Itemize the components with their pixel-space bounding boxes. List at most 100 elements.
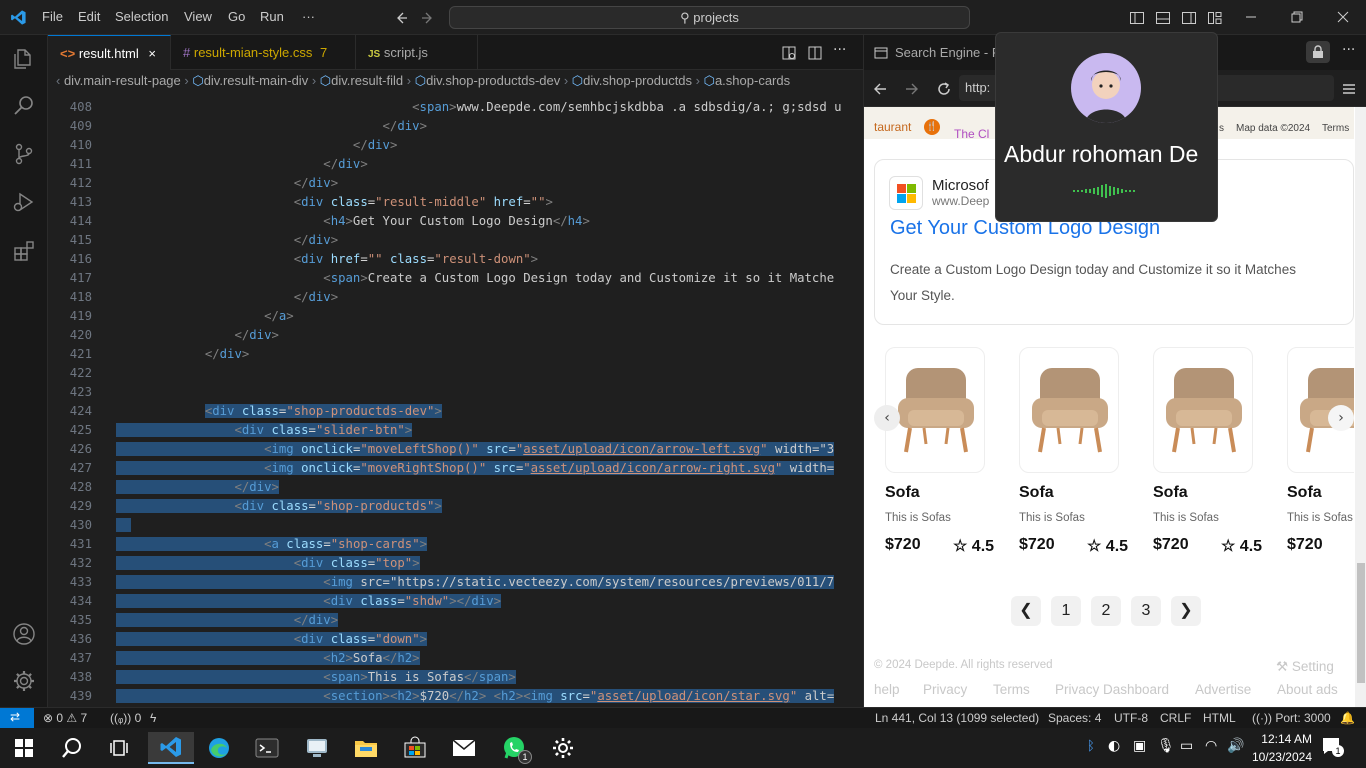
call-overlay[interactable]: Abdur rohoman De: [995, 32, 1218, 222]
more-actions-icon[interactable]: ···: [1342, 42, 1355, 58]
code-line[interactable]: 415 </div>: [48, 231, 863, 250]
code-line[interactable]: 419 </a>: [48, 307, 863, 326]
end-of-line[interactable]: CRLF: [1160, 711, 1191, 725]
code-line[interactable]: 436 <div class="down">: [48, 630, 863, 649]
code-line[interactable]: 420 </div>: [48, 326, 863, 345]
minimize-icon[interactable]: [1244, 10, 1258, 24]
breadcrumb-item[interactable]: div.result-fild: [331, 73, 403, 88]
menu-view[interactable]: View: [184, 9, 212, 24]
footer-link[interactable]: About ads: [1277, 682, 1338, 697]
taskbar-file-explorer[interactable]: [346, 732, 386, 764]
taskbar-mail[interactable]: [444, 732, 484, 764]
menu-go[interactable]: Go: [228, 9, 245, 24]
code-line[interactable]: 408 <span>www.Deepde.com/semhbcjskdbba .…: [48, 98, 863, 117]
forward-arrow-icon[interactable]: [420, 10, 436, 26]
back-arrow-icon[interactable]: [872, 81, 888, 97]
tab-script-js[interactable]: JS script.js: [356, 35, 478, 70]
explorer-icon[interactable]: [12, 47, 36, 71]
code-line[interactable]: 425 <div class="slider-btn">: [48, 421, 863, 440]
footer-link[interactable]: Privacy Dashboard: [1055, 682, 1169, 697]
close-window-icon[interactable]: [1336, 10, 1350, 24]
pagination-page[interactable]: 2: [1091, 596, 1121, 626]
menu-selection[interactable]: Selection: [115, 9, 168, 24]
tab-result-mian-style-css[interactable]: # result-mian-style.css 7: [171, 35, 356, 70]
map-terms-link[interactable]: Terms: [1322, 123, 1349, 134]
breadcrumb-item[interactable]: div.main-result-page: [64, 73, 181, 88]
command-search-box[interactable]: ⚲ projects: [449, 6, 970, 29]
breadcrumb-item[interactable]: div.result-main-div: [204, 73, 309, 88]
cursor-position[interactable]: Ln 441, Col 13 (1099 selected): [875, 711, 1039, 725]
toggle-panel-icon[interactable]: [1155, 10, 1171, 26]
tab-result-html[interactable]: <> result.html ×: [48, 35, 171, 70]
language-mode[interactable]: HTML: [1203, 711, 1236, 725]
task-view-button[interactable]: [99, 732, 139, 764]
reload-icon[interactable]: [936, 81, 952, 97]
bluetooth-icon[interactable]: ᛒ: [1087, 739, 1095, 754]
notifications-bell-icon[interactable]: 🔔: [1340, 711, 1355, 725]
code-line[interactable]: 437 <h2>Sofa</h2>: [48, 649, 863, 668]
menu-edit[interactable]: Edit: [78, 9, 100, 24]
remote-button[interactable]: ⇄: [0, 708, 34, 728]
forward-arrow-icon[interactable]: [904, 81, 920, 97]
breadcrumb-item[interactable]: a.shop-cards: [715, 73, 790, 88]
restore-icon[interactable]: [1290, 10, 1304, 24]
page-scrollbar[interactable]: [1355, 107, 1366, 707]
pagination-page[interactable]: 1: [1051, 596, 1081, 626]
search-button[interactable]: [52, 732, 92, 764]
taskbar-remote-desktop[interactable]: [297, 732, 337, 764]
footer-link[interactable]: Advertise: [1195, 682, 1251, 697]
code-line[interactable]: 434 <div class="shdw"></div>: [48, 592, 863, 611]
manage-gear-icon[interactable]: [12, 669, 36, 693]
taskbar-settings[interactable]: [543, 732, 583, 764]
browser-tab-title[interactable]: Search Engine - R: [895, 45, 1001, 60]
product-card[interactable]: Sofa This is Sofas $720: [1287, 347, 1354, 577]
code-line[interactable]: 409 </div>: [48, 117, 863, 136]
footer-link[interactable]: Terms: [993, 682, 1030, 697]
code-line[interactable]: 426 <img onclick="moveLeftShop()" src="a…: [48, 440, 863, 459]
menu-file[interactable]: File: [42, 9, 63, 24]
taskbar-edge[interactable]: [199, 732, 239, 764]
code-line[interactable]: 428 </div>: [48, 478, 863, 497]
breadcrumb-item[interactable]: div.shop-productds: [583, 73, 692, 88]
system-tray-icon[interactable]: ▣: [1133, 738, 1146, 754]
breadcrumb-item[interactable]: div.shop-productds-dev: [426, 73, 560, 88]
pagination-next-button[interactable]: ❯: [1171, 596, 1201, 626]
taskbar-terminal[interactable]: [247, 732, 287, 764]
footer-link[interactable]: help: [874, 682, 900, 697]
code-line[interactable]: 435 </div>: [48, 611, 863, 630]
run-debug-icon[interactable]: [12, 190, 36, 214]
network-status-icon[interactable]: ◐: [1108, 738, 1120, 754]
toggle-sidebar-icon[interactable]: [1129, 10, 1145, 26]
slider-left-button[interactable]: ‹: [874, 405, 900, 431]
code-line[interactable]: 421 </div>: [48, 345, 863, 364]
wifi-icon[interactable]: ◠: [1205, 738, 1217, 754]
more-actions-icon[interactable]: ···: [833, 42, 846, 58]
code-editor[interactable]: 408 <span>www.Deepde.com/semhbcjskdbba .…: [48, 92, 863, 707]
code-line[interactable]: 411 </div>: [48, 155, 863, 174]
code-line[interactable]: 417 <span>Create a Custom Logo Design to…: [48, 269, 863, 288]
menu-icon[interactable]: [1341, 81, 1357, 97]
menu-more[interactable]: ···: [302, 9, 315, 24]
code-line[interactable]: 430: [48, 516, 863, 535]
clock[interactable]: 12:14 AM 10/23/2024: [1250, 730, 1312, 766]
code-line[interactable]: 422: [48, 364, 863, 383]
code-line[interactable]: 429 <div class="shop-productds">: [48, 497, 863, 516]
accounts-icon[interactable]: [12, 622, 36, 646]
encoding[interactable]: UTF-8: [1114, 711, 1148, 725]
slider-right-button[interactable]: ›: [1328, 405, 1354, 431]
code-line[interactable]: 424 <div class="shop-productds-dev">: [48, 402, 863, 421]
restaurant-marker-icon[interactable]: 🍴: [924, 119, 940, 135]
code-line[interactable]: 418 </div>: [48, 288, 863, 307]
code-line[interactable]: 413 <div class="result-middle" href="">: [48, 193, 863, 212]
ports-indicator[interactable]: ((ᵩ)) 0: [110, 711, 141, 725]
start-button[interactable]: [4, 732, 44, 764]
code-line[interactable]: 432 <div class="top">: [48, 554, 863, 573]
microphone-icon[interactable]: 🎙: [1157, 738, 1175, 754]
back-arrow-icon[interactable]: [393, 10, 409, 26]
problems-indicator[interactable]: ⊗ 0 ⚠ 7: [43, 711, 87, 725]
footer-link[interactable]: Privacy: [923, 682, 967, 697]
search-view-icon[interactable]: [12, 94, 36, 118]
code-line[interactable]: 427 <img onclick="moveRightShop()" src="…: [48, 459, 863, 478]
code-line[interactable]: 431 <a class="shop-cards">: [48, 535, 863, 554]
taskbar-whatsapp[interactable]: 1: [494, 732, 534, 764]
